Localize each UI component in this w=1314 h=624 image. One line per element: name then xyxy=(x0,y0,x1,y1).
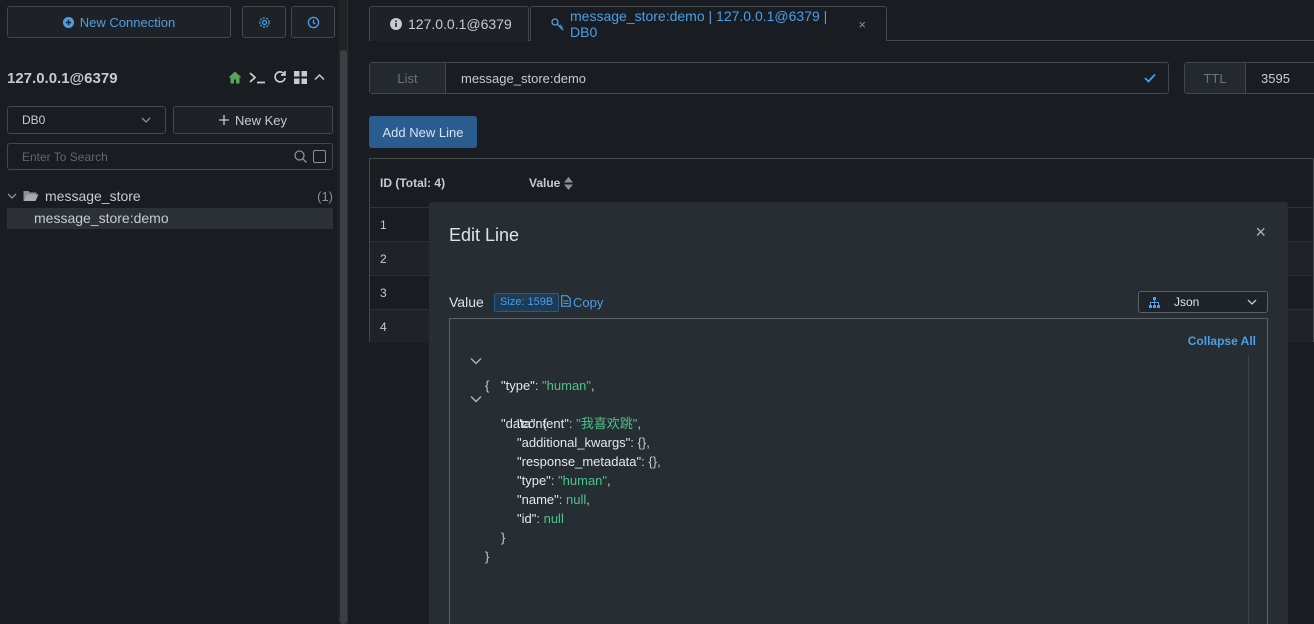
json-key: "type" xyxy=(501,378,535,393)
tree-structure-icon xyxy=(1149,296,1160,308)
new-key-label: New Key xyxy=(234,112,288,128)
column-header-value[interactable]: Value xyxy=(529,176,574,190)
plus-icon xyxy=(218,115,229,125)
dialog-title: Edit Line xyxy=(449,225,520,245)
column-header-id: ID (Total: 4) xyxy=(380,176,446,190)
json-line: "data": { xyxy=(450,395,547,431)
json-tree: { "type": "human", "data": { "content": … xyxy=(450,357,661,566)
json-null-value: null xyxy=(565,492,587,507)
check-icon[interactable] xyxy=(1132,73,1168,83)
tab-label: message_store:demo | 127.0.0.1@6379 | DB… xyxy=(570,8,828,40)
document-icon xyxy=(561,295,571,310)
copy-button[interactable]: Copy xyxy=(561,295,603,310)
json-line: "content": "我喜欢跳", xyxy=(517,416,641,431)
db-select-value: DB0 xyxy=(22,113,46,127)
format-select-value: Json xyxy=(1174,295,1200,309)
json-line: "additional_kwargs": {}, xyxy=(517,435,650,450)
tree-folder-count: (1) xyxy=(317,188,333,204)
chevron-down-icon[interactable] xyxy=(470,395,482,403)
format-select[interactable]: Json xyxy=(1138,291,1268,313)
ttl-label: TTL xyxy=(1185,63,1246,93)
json-line: "response_metadata": {}, xyxy=(517,454,661,469)
key-name-input[interactable]: message_store:demo xyxy=(446,71,1132,86)
ttl-input[interactable]: 3595 xyxy=(1246,71,1290,86)
search-input[interactable] xyxy=(22,149,294,164)
home-icon[interactable] xyxy=(228,71,242,84)
json-string-value: "human" xyxy=(558,473,608,488)
key-icon xyxy=(551,17,564,31)
history-button[interactable] xyxy=(291,6,335,38)
info-icon xyxy=(390,18,402,30)
tab-label: 127.0.0.1@6379 xyxy=(408,16,512,32)
collapse-all-button[interactable]: Collapse All xyxy=(1188,334,1256,348)
sidebar-scrollbar[interactable] xyxy=(340,50,347,624)
connection-name[interactable]: 127.0.0.1@6379 xyxy=(7,70,118,87)
json-line: "type": "human", xyxy=(517,473,611,488)
new-key-button[interactable]: New Key xyxy=(173,106,333,134)
chevron-down-icon xyxy=(7,193,17,200)
new-connection-button[interactable]: New Connection xyxy=(7,6,231,38)
value-label: Value xyxy=(449,294,484,310)
tree-key-item[interactable]: message_store:demo xyxy=(7,208,333,229)
db-select[interactable]: DB0 xyxy=(7,106,166,134)
add-new-line-button[interactable]: Add New Line xyxy=(369,116,477,148)
json-key: "content" xyxy=(517,416,569,431)
json-object-value: {} xyxy=(648,454,658,469)
json-key: "additional_kwargs" xyxy=(517,435,631,450)
sort-icon[interactable] xyxy=(564,176,574,190)
chevron-down-icon xyxy=(1247,299,1257,305)
json-line: } xyxy=(501,530,506,545)
edit-line-dialog: Edit Line × Value Size: 159B Copy Json C… xyxy=(429,202,1288,624)
json-key: "name" xyxy=(517,492,559,507)
chevron-up-icon[interactable] xyxy=(314,73,325,81)
key-search xyxy=(7,143,333,170)
copy-label: Copy xyxy=(573,295,604,310)
json-line: "name": null, xyxy=(517,492,590,507)
json-line: } xyxy=(485,549,490,564)
json-string-value: "我喜欢跳" xyxy=(576,416,638,431)
settings-button[interactable] xyxy=(242,6,286,38)
key-name-bar: List message_store:demo xyxy=(369,62,1169,94)
json-editor[interactable]: Collapse All { "type": "human", "data": … xyxy=(449,318,1268,624)
editor-scrollbar[interactable] xyxy=(1248,356,1249,624)
new-connection-label: New Connection xyxy=(79,14,176,30)
json-object-value: {} xyxy=(637,435,647,450)
refresh-icon[interactable] xyxy=(273,70,287,84)
plus-circle-icon xyxy=(62,16,74,28)
folder-open-icon xyxy=(23,190,39,202)
gear-icon xyxy=(258,16,271,29)
tree-folder[interactable]: message_store (1) xyxy=(7,186,333,206)
key-type-badge: List xyxy=(370,63,446,93)
tab-connection-info[interactable]: 127.0.0.1@6379 xyxy=(369,6,529,41)
json-line: "type": "human", xyxy=(501,378,595,393)
tab-key[interactable]: message_store:demo | 127.0.0.1@6379 | DB… xyxy=(530,6,887,41)
json-key: "type" xyxy=(517,473,551,488)
connection-toolbar xyxy=(228,70,325,84)
close-icon[interactable]: × xyxy=(1255,222,1266,243)
search-icon[interactable] xyxy=(294,150,307,163)
json-line: { xyxy=(450,357,489,393)
clock-icon xyxy=(307,16,320,29)
sidebar: New Connection 127.0.0.1@6379 DB0 New Ke… xyxy=(0,0,340,624)
terminal-icon[interactable] xyxy=(249,71,266,84)
ttl-bar: TTL 3595 xyxy=(1184,62,1314,94)
chevron-down-icon[interactable] xyxy=(470,357,482,365)
chevron-down-icon xyxy=(141,117,151,123)
close-icon[interactable]: × xyxy=(858,17,866,32)
size-badge: Size: 159B xyxy=(494,293,560,312)
grid-icon[interactable] xyxy=(294,70,307,84)
column-header-value-label: Value xyxy=(529,176,561,190)
json-key: "response_metadata" xyxy=(517,454,642,469)
json-string-value: "human" xyxy=(542,378,592,393)
json-key: "id" xyxy=(517,511,537,526)
json-null-value: null xyxy=(543,511,564,526)
tree-folder-name: message_store xyxy=(45,188,141,204)
exact-match-checkbox[interactable] xyxy=(313,150,326,163)
json-line: "id": null xyxy=(517,511,564,526)
